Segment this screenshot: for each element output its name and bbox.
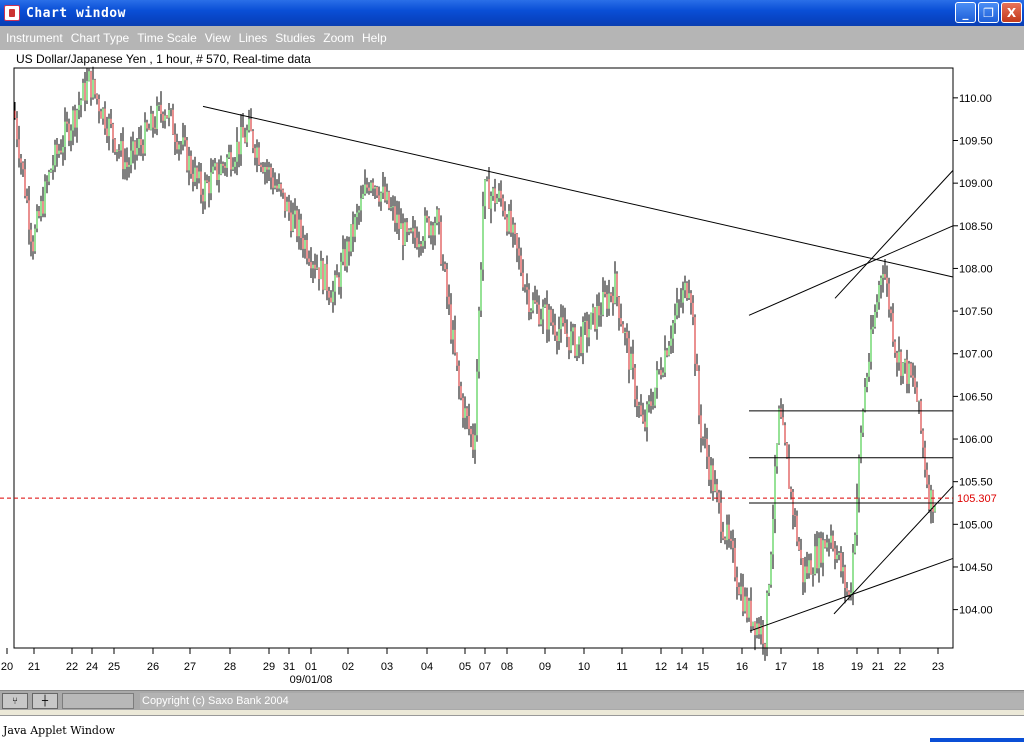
x-sub-label: 09/01/08 (290, 674, 333, 686)
pin-button[interactable]: ⑂ (2, 693, 28, 709)
status-field (62, 693, 134, 709)
copyright-text: Copyright (c) Saxo Bank 2004 (140, 693, 1024, 709)
window-title: Chart window (26, 5, 126, 21)
x-tick-label: 01 (305, 661, 317, 673)
x-tick-label: 31 (283, 661, 295, 673)
x-tick-label: 15 (697, 661, 709, 673)
menu-help[interactable]: Help (358, 31, 391, 45)
x-tick-label: 21 (28, 661, 40, 673)
menu-zoom[interactable]: Zoom (319, 31, 358, 45)
x-tick-label: 04 (421, 661, 433, 673)
plot-frame (13, 67, 954, 649)
y-tick-label: 109.00 (959, 178, 993, 190)
y-tick-label: 106.00 (959, 434, 993, 446)
x-tick-label: 26 (147, 661, 159, 673)
y-tick-label: 109.50 (959, 136, 993, 148)
maximize-button[interactable]: ❐ (978, 2, 999, 23)
menu-instrument[interactable]: Instrument (2, 31, 67, 45)
close-button[interactable]: X (1001, 2, 1022, 23)
x-tick-label: 29 (263, 661, 275, 673)
x-tick-label: 19 (851, 661, 863, 673)
x-tick-label: 17 (775, 661, 787, 673)
applet-bar: Java Applet Window (0, 715, 1024, 742)
window-bottom-edge (930, 738, 1024, 742)
x-tick-label: 16 (736, 661, 748, 673)
y-tick-label: 107.00 (959, 349, 993, 361)
y-tick-label: 110.00 (959, 93, 992, 105)
minimize-button[interactable]: _ (955, 2, 976, 23)
menu-bar: Instrument Chart Type Time Scale View Li… (0, 26, 1024, 50)
x-tick-label: 28 (224, 661, 236, 673)
x-tick-label: 23 (932, 661, 944, 673)
x-tick-label: 18 (812, 661, 824, 673)
x-tick-label: 05 (459, 661, 471, 673)
y-tick-label: 105.50 (959, 477, 993, 489)
status-bar: ⑂ ┼ Copyright (c) Saxo Bank 2004 (0, 690, 1024, 710)
x-tick-label: 24 (86, 661, 98, 673)
menu-lines[interactable]: Lines (235, 31, 272, 45)
java-icon (4, 5, 20, 21)
y-tick-label: 108.00 (959, 263, 993, 275)
y-tick-label: 104.00 (959, 605, 993, 617)
price-chart[interactable]: 110.00 109.50 109.00 108.50 108.00 107.50 107.… (0, 50, 1024, 690)
menu-view[interactable]: View (201, 31, 235, 45)
menu-chart-type[interactable]: Chart Type (67, 31, 133, 45)
x-tick-label: 14 (676, 661, 688, 673)
y-tick-label: 106.50 (959, 391, 993, 403)
x-tick-label: 08 (501, 661, 513, 673)
x-tick-label: 25 (108, 661, 120, 673)
x-tick-label: 21 (872, 661, 884, 673)
menu-studies[interactable]: Studies (271, 31, 319, 45)
x-tick-label: 03 (381, 661, 393, 673)
y-tick-label: 107.50 (959, 306, 993, 318)
menu-time-scale[interactable]: Time Scale (133, 31, 201, 45)
x-tick-label: 07 (479, 661, 491, 673)
y-tick-label: 108.50 (959, 221, 993, 233)
x-tick-label: 27 (184, 661, 196, 673)
crosshair-button[interactable]: ┼ (32, 693, 58, 709)
x-tick-label: 10 (578, 661, 590, 673)
x-tick-label: 12 (655, 661, 667, 673)
y-tick-label: 104.50 (959, 562, 993, 574)
x-tick-label: 09 (539, 661, 551, 673)
x-tick-label: 22 (894, 661, 906, 673)
title-bar: Chart window _ ❐ X (0, 0, 1024, 26)
y-tick-label: 105.00 (959, 519, 993, 531)
applet-label: Java Applet Window (3, 724, 116, 737)
x-tick-label: 11 (616, 661, 627, 673)
x-tick-label: 22 (66, 661, 78, 673)
current-price-label: 105.307 (957, 493, 997, 505)
x-tick-label: 20 (1, 661, 13, 673)
x-tick-label: 02 (342, 661, 354, 673)
